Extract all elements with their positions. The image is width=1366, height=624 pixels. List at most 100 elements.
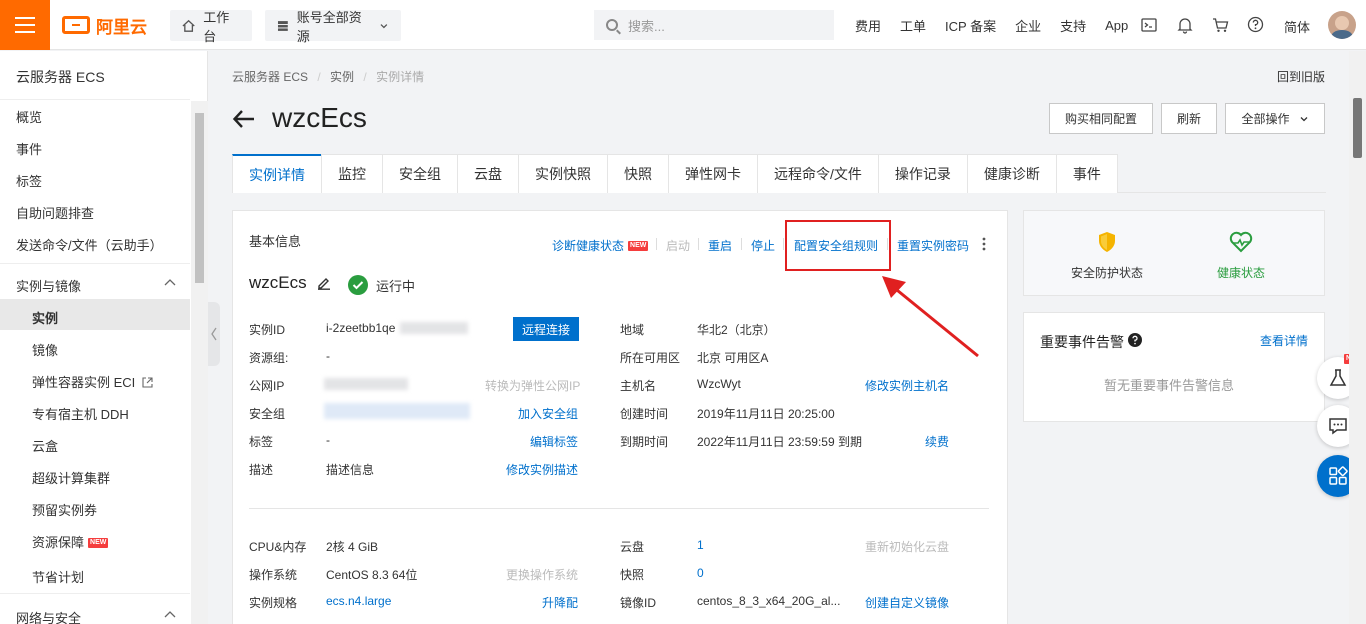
reinit-disk-link[interactable]: 重新初始化云盘: [865, 538, 949, 555]
tab-instance-detail[interactable]: 实例详情: [232, 154, 322, 193]
sidebar-item-cloudbox[interactable]: 云盒: [32, 436, 58, 455]
tab-eni[interactable]: 弹性网卡: [668, 154, 758, 193]
top-bar: 阿里云 工作台 账号全部资源 搜索... 费用 工单 ICP 备案 企业 支持 …: [0, 0, 1366, 50]
sidebar-item-overview[interactable]: 概览: [16, 107, 42, 126]
sidebar-item-send-command[interactable]: 发送命令/文件（云助手）: [16, 235, 163, 254]
annotation-highlight-box: [785, 220, 891, 271]
help-icon[interactable]: [1247, 16, 1264, 33]
sidebar-item-tags[interactable]: 标签: [16, 171, 42, 190]
tab-snapshot[interactable]: 快照: [607, 154, 669, 193]
field-label-zone: 所在可用区: [620, 351, 681, 365]
sidebar-item-instance[interactable]: 实例: [32, 308, 58, 327]
tab-events[interactable]: 事件: [1055, 154, 1118, 193]
resource-selector[interactable]: 账号全部资源: [265, 10, 401, 44]
sidebar-title: 云服务器 ECS: [16, 69, 105, 85]
sidebar-scroll-thumb[interactable]: [195, 113, 204, 283]
hostname-value: WzcWyt: [697, 377, 741, 391]
page-scroll-thumb[interactable]: [1353, 98, 1362, 158]
status-text: 运行中: [376, 279, 416, 294]
chevron-up-icon[interactable]: [164, 610, 176, 618]
search-input[interactable]: 搜索...: [594, 10, 834, 40]
reset-password-link[interactable]: 重置实例密码: [897, 237, 969, 254]
aliyun-logo[interactable]: 阿里云: [62, 13, 147, 37]
avatar[interactable]: [1328, 11, 1356, 39]
disk-count-link[interactable]: 1: [697, 538, 704, 552]
refresh-button[interactable]: 刷新: [1161, 103, 1217, 134]
sidebar-item-events[interactable]: 事件: [16, 139, 42, 158]
add-security-group-link[interactable]: 加入安全组: [518, 405, 578, 422]
new-badge: NEW: [628, 241, 649, 251]
sidebar-item-savings[interactable]: 节省计划: [32, 567, 84, 586]
cart-icon[interactable]: [1212, 17, 1229, 33]
sidebar-item-capacity[interactable]: 资源保障 NEW: [32, 532, 109, 551]
annotation-arrow-icon: [882, 276, 979, 358]
divider: [698, 238, 699, 250]
stop-link[interactable]: 停止: [751, 237, 775, 254]
tab-operation-log[interactable]: 操作记录: [877, 154, 968, 193]
view-details-link[interactable]: 查看详情: [1260, 332, 1308, 349]
restart-link[interactable]: 重启: [708, 237, 732, 254]
field-label-instance-id: 实例ID: [249, 323, 286, 337]
language-switch[interactable]: 简体: [1284, 17, 1310, 36]
edit-tags-link[interactable]: 编辑标签: [530, 433, 578, 450]
tab-security-group[interactable]: 安全组: [382, 154, 458, 193]
nav-fee[interactable]: 费用: [855, 16, 881, 35]
divider: [783, 238, 784, 250]
nav-support[interactable]: 支持: [1060, 16, 1086, 35]
more-icon[interactable]: [981, 236, 987, 252]
remote-connect-button[interactable]: 远程连接: [513, 317, 579, 341]
workbench-button[interactable]: 工作台: [170, 10, 252, 44]
sidebar-item-troubleshoot[interactable]: 自助问题排查: [16, 203, 94, 222]
sidebar-item-ddh[interactable]: 专有宿主机 DDH: [32, 404, 129, 423]
snapshot-count-link[interactable]: 0: [697, 566, 704, 580]
convert-eip-link[interactable]: 转换为弹性公网IP: [485, 377, 580, 394]
create-image-link[interactable]: 创建自定义镜像: [865, 594, 949, 611]
security-status-label[interactable]: 安全防护状态: [1071, 264, 1143, 281]
nav-ticket[interactable]: 工单: [900, 16, 926, 35]
change-os-link[interactable]: 更换操作系统: [506, 566, 578, 583]
buy-same-config-button[interactable]: 购买相同配置: [1049, 103, 1153, 134]
tab-health-diagnosis[interactable]: 健康诊断: [966, 154, 1057, 193]
chevron-up-icon[interactable]: [164, 278, 176, 286]
field-label-hostname: 主机名: [620, 379, 657, 393]
start-link[interactable]: 启动: [666, 237, 690, 254]
divider: [741, 238, 742, 250]
field-label-resource-group: 资源组:: [249, 351, 289, 365]
sidebar-item-image[interactable]: 镜像: [32, 340, 58, 359]
nav-app[interactable]: App: [1105, 18, 1128, 33]
resize-link[interactable]: 升降配: [542, 594, 578, 611]
divider: [249, 508, 989, 509]
health-status-label[interactable]: 健康状态: [1217, 264, 1265, 281]
tab-instance-snapshot[interactable]: 实例快照: [518, 154, 608, 193]
bell-icon[interactable]: [1177, 16, 1193, 34]
question-icon[interactable]: [1128, 333, 1142, 347]
sidebar-group-network[interactable]: 网络与安全: [16, 608, 81, 624]
breadcrumb-instance[interactable]: 实例: [330, 70, 354, 84]
nav-icp[interactable]: ICP 备案: [945, 16, 996, 35]
sidebar-group-instances[interactable]: 实例与镜像: [16, 276, 81, 295]
renew-link[interactable]: 续费: [925, 433, 949, 450]
tab-disk[interactable]: 云盘: [457, 154, 519, 193]
field-label-disk: 云盘: [620, 540, 645, 554]
diagnose-health-link[interactable]: 诊断健康状态 NEW: [552, 237, 649, 254]
nav-enterprise[interactable]: 企业: [1015, 16, 1041, 35]
spec-value-link[interactable]: ecs.n4.large: [326, 594, 391, 608]
edit-description-link[interactable]: 修改实例描述: [506, 461, 578, 478]
tab-remote-command[interactable]: 远程命令/文件: [757, 154, 879, 193]
sidebar-collapse-toggle[interactable]: [208, 302, 220, 366]
back-arrow-icon[interactable]: [232, 107, 256, 131]
status-card: [1023, 210, 1325, 296]
events-card-title: 重要事件告警: [1040, 334, 1124, 350]
menu-icon[interactable]: [0, 0, 50, 50]
terminal-icon[interactable]: [1141, 17, 1157, 33]
sidebar-item-eci[interactable]: 弹性容器实例 ECI: [32, 372, 153, 391]
all-actions-button[interactable]: 全部操作: [1225, 103, 1325, 134]
edit-icon[interactable]: [317, 276, 331, 290]
tab-monitor[interactable]: 监控: [321, 154, 383, 193]
security-group-redacted: [324, 403, 470, 419]
edit-hostname-link[interactable]: 修改实例主机名: [865, 377, 949, 394]
breadcrumb-ecs[interactable]: 云服务器 ECS: [232, 70, 308, 84]
back-to-old-version-link[interactable]: 回到旧版: [1277, 68, 1325, 85]
sidebar-item-ri[interactable]: 预留实例券: [32, 500, 97, 519]
sidebar-item-scc[interactable]: 超级计算集群: [32, 468, 110, 487]
